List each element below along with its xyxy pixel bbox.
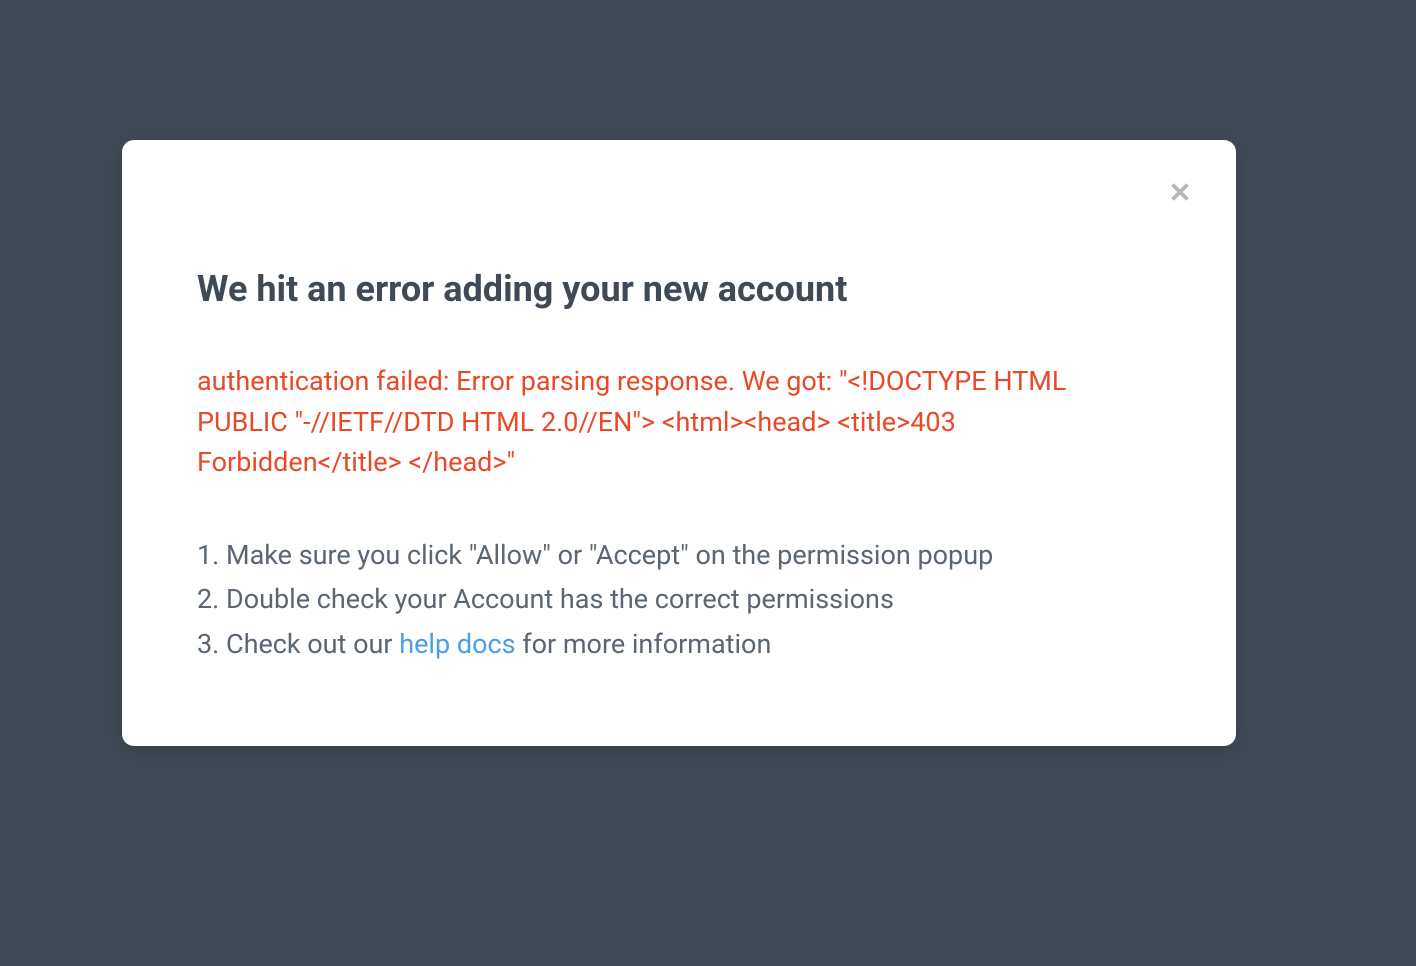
step-text-after: for more information [516,628,772,660]
step-number: 1. [197,539,219,571]
instructions-list: 1. Make sure you click "Allow" or "Accep… [197,533,1161,667]
instruction-step: 1. Make sure you click "Allow" or "Accep… [197,533,1161,578]
step-text: Make sure you click "Allow" or "Accept" … [226,539,993,571]
instruction-step: 3. Check out our help docs for more info… [197,622,1161,667]
error-modal: We hit an error adding your new account … [122,140,1236,746]
step-number: 2. [197,583,219,615]
error-message: authentication failed: Error parsing res… [197,361,1161,483]
step-text: Double check your Account has the correc… [226,583,894,615]
help-docs-link[interactable]: help docs [399,628,515,660]
close-button[interactable] [1164,178,1196,210]
step-text-before: Check out our [226,628,399,660]
modal-title: We hit an error adding your new account [197,268,1161,311]
close-icon [1167,179,1193,209]
instruction-step: 2. Double check your Account has the cor… [197,577,1161,622]
step-number: 3. [197,628,219,660]
